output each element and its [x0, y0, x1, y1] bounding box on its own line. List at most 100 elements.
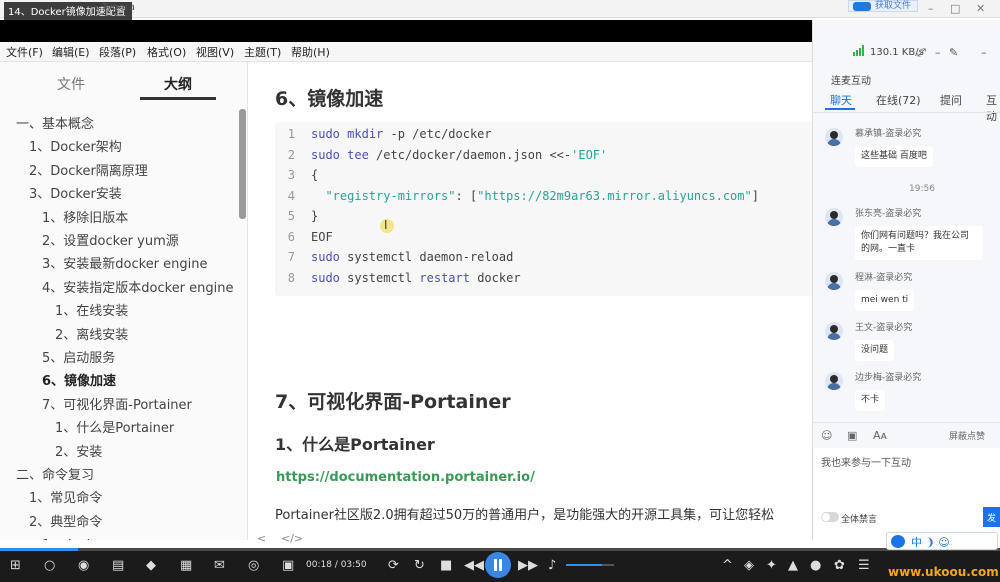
- menu-format[interactable]: 格式(O): [147, 44, 186, 60]
- editor[interactable]: 6、镜像加速 1 sudo mkdir -p /etc/docker 2 sudo t…: [249, 62, 812, 540]
- line-number: 7: [287, 250, 295, 264]
- window-title-bar: 14、Docker镜像加速配置 - Typora 获取文件 – □ ✕: [0, 0, 1000, 20]
- avatar: [825, 272, 843, 290]
- tab-questions[interactable]: 提问: [940, 92, 962, 108]
- outline-item[interactable]: 2、典型命令: [29, 511, 102, 530]
- message-bubble: 你们网有问题吗？我在公司的网。一直卡: [855, 226, 983, 260]
- wifi-icon[interactable]: ☰: [858, 558, 870, 573]
- tab-interact[interactable]: 互动: [986, 92, 1000, 124]
- chat-input[interactable]: 我也来参与一下互动: [813, 448, 1000, 540]
- menu-help[interactable]: 帮助(H): [291, 44, 330, 60]
- outline-item[interactable]: 1、移除旧版本: [42, 207, 128, 226]
- pause-button[interactable]: [485, 552, 511, 578]
- portainer-paragraph: Portainer社区版2.0拥有超过50万的普通用户，是功能强大的开源工具集，…: [275, 508, 775, 523]
- tray-icon[interactable]: ▲: [788, 558, 798, 573]
- outline-item[interactable]: 2、设置docker yum源: [42, 230, 179, 249]
- ime-toolbar[interactable]: 中 ❩ ☺: [886, 532, 998, 550]
- code-block[interactable]: 1 sudo mkdir -p /etc/docker 2 sudo tee /etc…: [275, 122, 812, 296]
- mouse-cursor: [380, 218, 394, 233]
- menu-theme[interactable]: 主题(T): [244, 44, 281, 60]
- tray-icon[interactable]: ✿: [834, 558, 845, 573]
- avatar: [825, 372, 843, 390]
- outline-item[interactable]: 2、Docker隔离原理: [29, 160, 148, 179]
- line-number: 1: [287, 127, 295, 141]
- tray-icon[interactable]: ●: [810, 558, 821, 573]
- video-progress-bar[interactable]: [0, 548, 1000, 551]
- message-author: 程淋-盗录必究: [855, 273, 913, 283]
- outline-item[interactable]: 7、可视化界面-Portainer: [42, 394, 192, 413]
- mute-all-toggle[interactable]: [821, 512, 839, 522]
- loop-icon[interactable]: ↻: [414, 558, 425, 573]
- message-bubble: 没问题: [855, 340, 895, 361]
- outline-item[interactable]: 5、启动服务: [42, 347, 115, 366]
- menu-paragraph[interactable]: 段落(P): [99, 44, 136, 60]
- message-bubble: mei wen ti: [855, 290, 915, 311]
- message-author: 张东亮-盗录必究: [855, 209, 922, 219]
- outline-item[interactable]: 4、安装指定版本docker engine: [42, 277, 234, 296]
- outline-item[interactable]: 3、安装最新docker engine: [42, 253, 208, 272]
- tray-icon[interactable]: ◈: [744, 558, 754, 573]
- edge-icon[interactable]: ◉: [78, 558, 89, 573]
- active-tab-indicator: [140, 97, 216, 100]
- outline-item[interactable]: 1、Docker架构: [29, 136, 122, 155]
- portainer-docs-link[interactable]: https://documentation.portainer.io/: [276, 470, 535, 485]
- code-text: {: [311, 168, 319, 182]
- menu-edit[interactable]: 编辑(E): [52, 44, 90, 60]
- image-icon[interactable]: ▣: [847, 429, 857, 442]
- outline-item[interactable]: 2、离线安装: [55, 324, 128, 343]
- outline-item[interactable]: 1、什么是Portainer: [55, 417, 174, 436]
- message-bubble: 不卡: [855, 390, 886, 411]
- collapse-icon[interactable]: –: [935, 46, 941, 59]
- outline-item[interactable]: 6、镜像加速: [42, 370, 116, 389]
- chrome-icon[interactable]: ◎: [248, 558, 259, 573]
- close-icon[interactable]: ✕: [976, 2, 985, 15]
- emoji-icon[interactable]: ☺: [821, 429, 832, 442]
- font-size-icon[interactable]: Aᴀ: [873, 429, 887, 442]
- rewind-icon[interactable]: ◀◀: [464, 558, 484, 573]
- app-icon[interactable]: ◆: [146, 558, 156, 573]
- menu-file[interactable]: 文件(F): [6, 44, 43, 60]
- app-icon[interactable]: ▣: [282, 558, 294, 573]
- tab-outline[interactable]: 大纲: [164, 74, 192, 94]
- volume-slider[interactable]: [566, 564, 614, 566]
- mail-icon[interactable]: ✉: [214, 558, 225, 573]
- menu-bar: 文件(F) 编辑(E) 段落(P) 格式(O) 视图(V) 主题(T) 帮助(H…: [0, 42, 812, 62]
- outline-item[interactable]: 1、在线安装: [55, 300, 128, 319]
- speed-icon[interactable]: ⟳: [388, 558, 399, 573]
- heading-what-is-portainer: 1、什么是Portainer: [275, 435, 435, 454]
- send-button[interactable]: 发: [983, 507, 1000, 527]
- tab-chat[interactable]: 聊天: [830, 92, 852, 108]
- outline-item[interactable]: 3、Docker安装: [29, 183, 122, 202]
- start-menu-icon[interactable]: ⊞: [10, 558, 21, 573]
- app-icon[interactable]: ▦: [180, 558, 192, 573]
- pin-icon[interactable]: ✎: [949, 46, 958, 59]
- sidebar-scrollbar[interactable]: [239, 109, 246, 219]
- popout-icon[interactable]: ⤢: [917, 46, 926, 60]
- block-likes-checkbox[interactable]: 屏蔽点赞: [949, 429, 985, 442]
- chat-toolbar: ☺ ▣ Aᴀ 屏蔽点赞: [813, 422, 1000, 448]
- forward-icon[interactable]: ▶▶: [518, 558, 538, 573]
- chat-minimize-icon[interactable]: –: [981, 46, 987, 59]
- outline-item[interactable]: 2、安装: [55, 441, 102, 460]
- minimize-icon[interactable]: –: [928, 2, 934, 15]
- back-icon[interactable]: <: [257, 532, 266, 545]
- volume-icon[interactable]: ♪: [548, 558, 556, 573]
- tray-icon[interactable]: ✦: [766, 558, 777, 573]
- watermark: www.ukoou.com: [888, 565, 999, 579]
- tab-online[interactable]: 在线(72): [876, 92, 921, 108]
- store-icon[interactable]: ▤: [112, 558, 124, 573]
- tab-files[interactable]: 文件: [57, 74, 85, 94]
- outline-item[interactable]: 二、命令复习: [16, 464, 94, 483]
- source-code-toggle-icon[interactable]: </>: [281, 532, 303, 545]
- menu-view[interactable]: 视图(V): [196, 44, 234, 60]
- record-badge[interactable]: 获取文件: [848, 0, 918, 12]
- search-icon[interactable]: ○: [44, 558, 55, 573]
- outline-item[interactable]: 一、基本概念: [16, 113, 94, 132]
- outline-item[interactable]: 1、docker run: [42, 534, 133, 540]
- line-number: 6: [287, 229, 295, 244]
- tray-chevron-icon[interactable]: ^: [722, 558, 733, 573]
- stop-icon[interactable]: ■: [440, 558, 452, 573]
- outline-item[interactable]: 1、常见命令: [29, 487, 102, 506]
- line-number: 5: [287, 209, 295, 223]
- maximize-icon[interactable]: □: [950, 2, 960, 15]
